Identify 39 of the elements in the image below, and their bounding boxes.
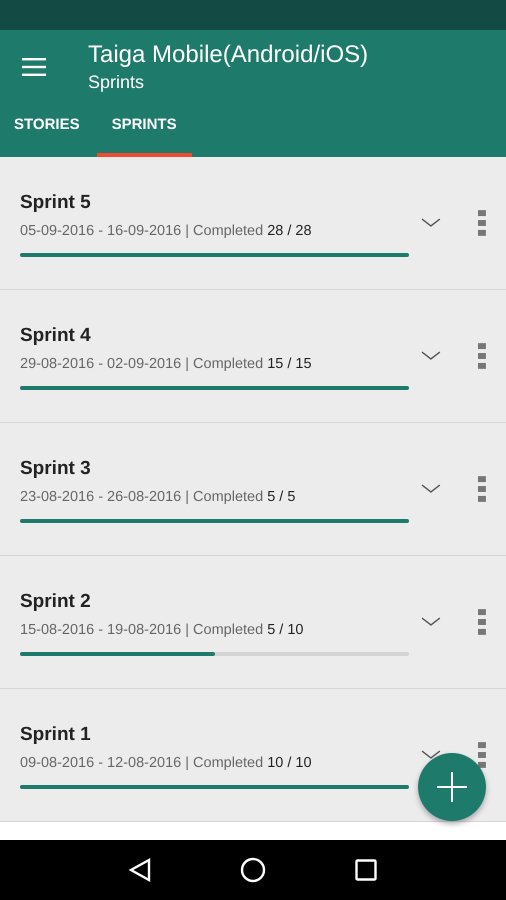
sprint-card[interactable]: Sprint 5 05-09-2016 - 16-09-2016 | Completed 28 / 28 xyxy=(0,157,506,290)
home-icon[interactable] xyxy=(240,857,266,883)
app-title: Taiga Mobile(Android/iOS) xyxy=(88,40,368,70)
sprint-dates: 09-08-2016 - 12-08-2016 | Completed xyxy=(20,754,264,770)
back-icon[interactable] xyxy=(129,858,152,882)
sprint-card[interactable]: Sprint 4 29-08-2016 - 02-09-2016 | Completed 15 / 15 xyxy=(0,290,506,423)
sprint-dates: 29-08-2016 - 02-09-2016 | Completed xyxy=(20,356,264,372)
tab[interactable]: SPRINTS xyxy=(96,96,192,157)
add-button[interactable] xyxy=(418,753,486,821)
sprint-name: Sprint 4 xyxy=(20,324,92,346)
menu-icon[interactable] xyxy=(22,58,46,76)
chevron-down-icon[interactable] xyxy=(421,617,442,627)
recents-icon[interactable] xyxy=(354,859,377,881)
sprint-card[interactable]: Sprint 2 15-08-2016 - 19-08-2016 | Completed 5 / 10 xyxy=(0,556,506,689)
sprint-dates: 15-08-2016 - 19-08-2016 | Completed xyxy=(20,622,264,638)
sprint-count: 10 / 10 xyxy=(267,754,312,770)
more-icon[interactable] xyxy=(478,210,486,236)
chevron-down-icon[interactable] xyxy=(421,218,442,228)
sprint-name: Sprint 5 xyxy=(20,192,92,214)
tab[interactable]: STORIES xyxy=(0,96,97,157)
sprint-count: 28 / 28 xyxy=(267,222,312,238)
plus-icon xyxy=(437,772,467,802)
sprint-count: 15 / 15 xyxy=(267,356,312,372)
sprint-count: 5 / 10 xyxy=(267,622,304,638)
more-icon[interactable] xyxy=(478,742,486,768)
sprint-card[interactable]: Sprint 3 23-08-2016 - 26-08-2016 | Completed 5 / 5 xyxy=(0,423,506,556)
sprint-name: Sprint 2 xyxy=(20,590,92,612)
sprint-count: 5 / 5 xyxy=(267,488,296,504)
more-icon[interactable] xyxy=(478,476,486,502)
sprint-name: Sprint 1 xyxy=(20,724,92,746)
more-icon[interactable] xyxy=(478,609,486,635)
more-icon[interactable] xyxy=(478,343,486,369)
sprint-dates: 23-08-2016 - 26-08-2016 | Completed xyxy=(20,488,264,504)
sprint-dates: 05-09-2016 - 16-09-2016 | Completed xyxy=(20,222,264,238)
chevron-down-icon[interactable] xyxy=(421,484,442,494)
app-subtitle: Sprints xyxy=(88,70,146,94)
chevron-down-icon[interactable] xyxy=(421,351,442,361)
chevron-down-icon[interactable] xyxy=(421,750,442,760)
sprint-name: Sprint 3 xyxy=(20,458,92,480)
